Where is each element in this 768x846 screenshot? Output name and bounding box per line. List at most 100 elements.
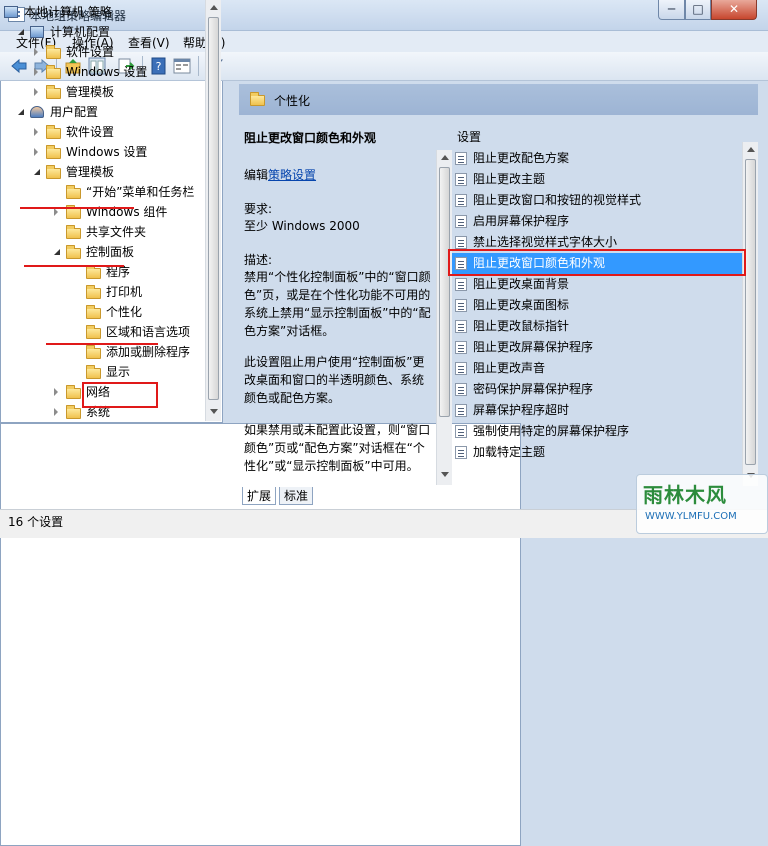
tree-item[interactable]: 共享文件夹 xyxy=(0,223,200,241)
setting-row[interactable]: 阻止更改桌面图标 xyxy=(452,295,742,316)
tree-item-label: 软件设置 xyxy=(66,45,115,59)
setting-label: 强制使用特定的屏幕保护程序 xyxy=(473,424,630,438)
description-title: 阻止更改窗口颜色和外观 xyxy=(244,131,377,145)
tree-item-label: Windows 设置 xyxy=(66,65,148,79)
folder-icon xyxy=(66,405,81,419)
close-button[interactable]: ✕ xyxy=(711,0,757,20)
scroll-down-arrow[interactable] xyxy=(210,409,218,414)
setting-row[interactable]: 屏幕保护程序超时 xyxy=(452,400,742,421)
expanded-arrow-icon[interactable] xyxy=(18,109,24,115)
folder-icon xyxy=(46,85,61,99)
setting-row[interactable]: 密码保护屏幕保护程序 xyxy=(452,379,742,400)
folder-icon xyxy=(46,65,61,79)
description-paragraph: 如果禁用或未配置此设置，则“窗口颜色”页或“配色方案”对话框在“个性化”或“显示… xyxy=(244,423,431,473)
expanded-arrow-icon[interactable] xyxy=(18,29,24,35)
setting-row[interactable]: 阻止更改鼠标指针 xyxy=(452,316,742,337)
tree-item[interactable]: 管理模板 xyxy=(0,163,200,181)
scroll-up-arrow[interactable] xyxy=(210,5,218,10)
tree-item-label: Windows 组件 xyxy=(86,205,168,219)
scroll-down-arrow[interactable] xyxy=(441,472,449,477)
folder-icon xyxy=(86,345,101,359)
tree-item[interactable]: 添加或删除程序 xyxy=(0,343,200,361)
setting-label: 阻止更改桌面背景 xyxy=(473,277,570,291)
tree-item[interactable]: 计算机配置 xyxy=(0,23,200,41)
maximize-button[interactable]: □ xyxy=(685,0,711,20)
folder-icon xyxy=(66,385,81,399)
settings-column-header[interactable]: 设置 xyxy=(457,128,481,145)
folder-icon xyxy=(250,92,265,106)
folder-icon xyxy=(86,265,101,279)
setting-row[interactable]: 阻止更改主题 xyxy=(452,169,742,190)
setting-row[interactable]: 加载特定主题 xyxy=(452,442,742,463)
tree-item[interactable]: Windows 设置 xyxy=(0,63,200,81)
tab-extended[interactable]: 扩展 xyxy=(242,487,277,505)
folder-icon xyxy=(86,365,101,379)
tree-item-label: 本地计算机 策略 xyxy=(24,5,112,19)
user-icon xyxy=(30,106,44,118)
setting-row[interactable]: 阻止更改屏幕保护程序 xyxy=(452,337,742,358)
tree-item[interactable]: 区域和语言选项 xyxy=(0,323,200,341)
folder-icon xyxy=(66,185,81,199)
setting-row[interactable]: 阻止更改配色方案 xyxy=(452,148,742,169)
tree-item[interactable]: 软件设置 xyxy=(0,123,200,141)
tree-item[interactable]: 显示 xyxy=(0,363,200,381)
collapsed-arrow-icon[interactable] xyxy=(54,408,58,416)
tree-item-label: 计算机配置 xyxy=(50,25,111,39)
tree-scroll-thumb[interactable] xyxy=(208,17,219,400)
collapsed-arrow-icon[interactable] xyxy=(34,48,38,56)
tree-item[interactable]: 个性化 xyxy=(0,303,200,321)
policy-setting-icon xyxy=(455,446,467,459)
tree-item[interactable]: Windows 设置 xyxy=(0,143,200,161)
annotation-underline xyxy=(46,343,158,345)
folder-icon xyxy=(66,205,81,219)
collapsed-arrow-icon[interactable] xyxy=(54,388,58,396)
tree-item[interactable]: 软件设置 xyxy=(0,43,200,61)
collapsed-arrow-icon[interactable] xyxy=(34,68,38,76)
tree-item-label: 共享文件夹 xyxy=(86,225,147,239)
tab-standard[interactable]: 标准 xyxy=(279,487,314,505)
folder-icon xyxy=(46,125,61,139)
expanded-arrow-icon[interactable] xyxy=(54,249,60,255)
setting-row[interactable]: 阻止更改声音 xyxy=(452,358,742,379)
setting-row[interactable]: 阻止更改桌面背景 xyxy=(452,274,742,295)
edit-prefix: 编辑 xyxy=(244,168,269,182)
minimize-button[interactable]: ─ xyxy=(658,0,685,20)
computer-policy-icon xyxy=(4,6,18,18)
setting-label: 阻止更改屏幕保护程序 xyxy=(473,340,594,354)
settings-scroll-thumb[interactable] xyxy=(745,159,756,465)
setting-row[interactable]: 启用屏幕保护程序 xyxy=(452,211,742,232)
tree-item[interactable]: “开始”菜单和任务栏 xyxy=(0,183,200,201)
tree-item[interactable]: 打印机 xyxy=(0,283,200,301)
tree-item[interactable]: Windows 组件 xyxy=(0,203,200,221)
setting-row[interactable]: 阻止更改窗口和按钮的视觉样式 xyxy=(452,190,742,211)
description-label: 描述: xyxy=(244,253,273,267)
collapsed-arrow-icon[interactable] xyxy=(34,88,38,96)
tree-scrollbar[interactable] xyxy=(205,0,221,421)
annotation-box xyxy=(448,249,746,276)
collapsed-arrow-icon[interactable] xyxy=(54,208,58,216)
folder-icon xyxy=(46,145,61,159)
tree-item[interactable]: 管理模板 xyxy=(0,83,200,101)
folder-icon xyxy=(66,225,81,239)
policy-setting-icon xyxy=(455,299,467,312)
settings-scrollbar[interactable] xyxy=(742,142,758,486)
folder-icon xyxy=(46,165,61,179)
tree-item-label: 用户配置 xyxy=(50,105,99,119)
setting-label: 阻止更改配色方案 xyxy=(473,151,570,165)
tree-item[interactable]: 用户配置 xyxy=(0,103,200,121)
tree-item-label: 显示 xyxy=(106,365,131,379)
tree-item[interactable]: 控制面板 xyxy=(0,243,200,261)
collapsed-arrow-icon[interactable] xyxy=(34,148,38,156)
tree-item[interactable]: 本地计算机 策略 xyxy=(0,3,200,21)
description-scroll-thumb[interactable] xyxy=(439,167,450,417)
scroll-up-arrow[interactable] xyxy=(747,147,755,152)
setting-row[interactable]: 强制使用特定的屏幕保护程序 xyxy=(452,421,742,442)
scroll-up-arrow[interactable] xyxy=(441,155,449,160)
description-scrollbar[interactable] xyxy=(436,150,452,485)
collapsed-arrow-icon[interactable] xyxy=(34,128,38,136)
policy-setting-icon xyxy=(455,425,467,438)
edit-policy-link[interactable]: 策略设置 xyxy=(268,168,316,182)
folder-icon xyxy=(46,45,61,59)
expanded-arrow-icon[interactable] xyxy=(34,169,40,175)
tree-pane[interactable]: 本地计算机 策略 计算机配置 软件设置 Windows 设置 管理模板 用户配置 软件设置 W… xyxy=(0,0,223,423)
